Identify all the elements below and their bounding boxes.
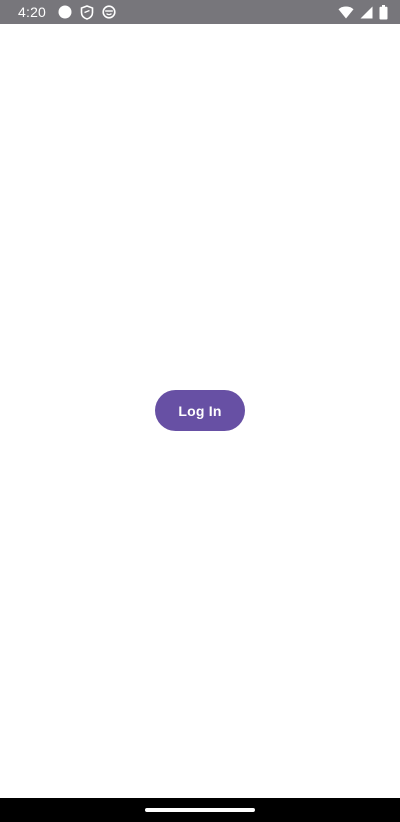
status-time: 4:20 xyxy=(18,4,47,20)
cell-signal-icon xyxy=(360,6,373,19)
status-bar: 4:20 xyxy=(0,0,400,24)
shield-icon xyxy=(80,4,94,20)
status-left-group: 4:20 xyxy=(18,4,116,20)
login-button[interactable]: Log In xyxy=(155,390,245,431)
circle-notification-icon xyxy=(58,5,72,19)
status-right-group xyxy=(338,4,388,20)
main-content: Log In xyxy=(0,24,400,798)
battery-icon xyxy=(379,4,388,20)
home-gesture-handle[interactable] xyxy=(145,808,255,812)
smiley-icon xyxy=(102,5,116,19)
wifi-icon xyxy=(338,6,354,19)
navigation-bar xyxy=(0,798,400,822)
